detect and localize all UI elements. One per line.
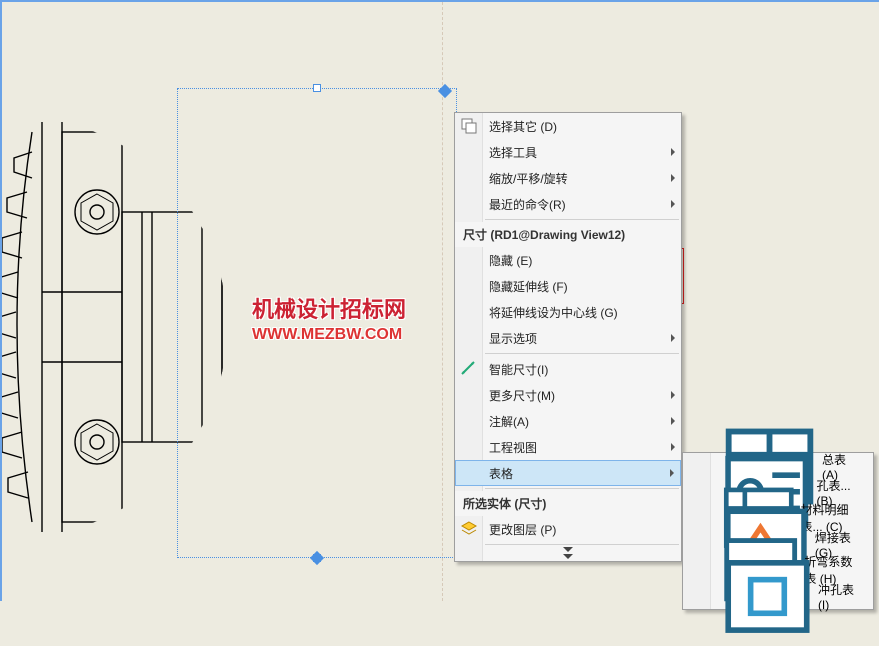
smart-dimension-icon bbox=[460, 360, 478, 378]
menu-item-label: 隐藏延伸线 (F) bbox=[489, 278, 568, 295]
menu-item-label: 更多尺寸(M) bbox=[489, 387, 555, 404]
menu-separator bbox=[485, 219, 679, 220]
menu-annotations[interactable]: 注解(A) bbox=[455, 408, 681, 434]
menu-item-label: 更改图层 (P) bbox=[489, 521, 556, 538]
submenu-arrow-icon bbox=[671, 417, 675, 425]
menu-display-options[interactable]: 显示选项 bbox=[455, 325, 681, 351]
menu-item-label: 工程视图 bbox=[489, 439, 537, 456]
menu-hide-extension-lines[interactable]: 隐藏延伸线 (F) bbox=[455, 273, 681, 299]
context-menu: 选择其它 (D) 选择工具 缩放/平移/旋转 最近的命令(R) 尺寸 (RD1@… bbox=[454, 112, 682, 562]
menu-item-label: 表格 bbox=[489, 465, 513, 482]
menu-hide[interactable]: 隐藏 (E) bbox=[455, 247, 681, 273]
menu-more-dimensions[interactable]: 更多尺寸(M) bbox=[455, 382, 681, 408]
menu-select-other[interactable]: 选择其它 (D) bbox=[455, 113, 681, 139]
menu-drawing-views[interactable]: 工程视图 bbox=[455, 434, 681, 460]
submenu-arrow-icon bbox=[670, 469, 674, 477]
menu-zoom-pan-rotate[interactable]: 缩放/平移/旋转 bbox=[455, 165, 681, 191]
menu-select-tools[interactable]: 选择工具 bbox=[455, 139, 681, 165]
submenu-arrow-icon bbox=[671, 200, 675, 208]
menu-separator bbox=[485, 488, 679, 489]
punch-table-icon bbox=[717, 546, 818, 646]
submenu-arrow-icon bbox=[671, 443, 675, 451]
menu-item-label: 冲孔表 (I) bbox=[818, 581, 855, 612]
menu-separator bbox=[485, 353, 679, 354]
resize-handle-top[interactable] bbox=[313, 84, 321, 92]
menu-section-dimension: 尺寸 (RD1@Drawing View12) bbox=[455, 222, 681, 247]
selection-bounding-box bbox=[177, 88, 457, 558]
menu-smart-dimension[interactable]: 智能尺寸(I) bbox=[455, 356, 681, 382]
menu-item-label: 选择其它 (D) bbox=[489, 118, 557, 135]
menu-item-label: 选择工具 bbox=[489, 144, 537, 161]
menu-item-label: 显示选项 bbox=[489, 330, 537, 347]
menu-item-label: 智能尺寸(I) bbox=[489, 361, 548, 378]
menu-separator bbox=[485, 544, 679, 545]
menu-item-label: 隐藏 (E) bbox=[489, 252, 532, 269]
menu-extension-as-centerline[interactable]: 将延伸线设为中心线 (G) bbox=[455, 299, 681, 325]
menu-item-label: 将延伸线设为中心线 (G) bbox=[489, 304, 618, 321]
menu-section-selected-entity: 所选实体 (尺寸) bbox=[455, 491, 681, 516]
tables-submenu: 总表 (A) 孔表... (B) 材料明细表... (C) 焊接表 (G) 折弯… bbox=[682, 452, 874, 610]
submenu-punch-table[interactable]: 冲孔表 (I) bbox=[683, 583, 873, 609]
drawing-canvas[interactable]: 机械设计招标网 WWW.MEZBW.COM 选择其它 (D) 选择工具 缩放/平… bbox=[2, 2, 879, 601]
submenu-arrow-icon bbox=[671, 391, 675, 399]
submenu-arrow-icon bbox=[671, 334, 675, 342]
chevron-down-icon bbox=[563, 554, 573, 559]
submenu-arrow-icon bbox=[671, 148, 675, 156]
menu-expand[interactable] bbox=[455, 547, 681, 561]
menu-item-label: 最近的命令(R) bbox=[489, 196, 566, 213]
select-other-icon bbox=[460, 117, 478, 135]
menu-tables[interactable]: 表格 bbox=[455, 460, 681, 486]
menu-item-label: 缩放/平移/旋转 bbox=[489, 170, 568, 187]
chevron-down-icon bbox=[563, 547, 573, 552]
menu-change-layer[interactable]: 更改图层 (P) bbox=[455, 516, 681, 542]
submenu-arrow-icon bbox=[671, 174, 675, 182]
menu-item-label: 注解(A) bbox=[489, 413, 529, 430]
change-layer-icon bbox=[460, 520, 478, 538]
menu-recent-commands[interactable]: 最近的命令(R) bbox=[455, 191, 681, 217]
